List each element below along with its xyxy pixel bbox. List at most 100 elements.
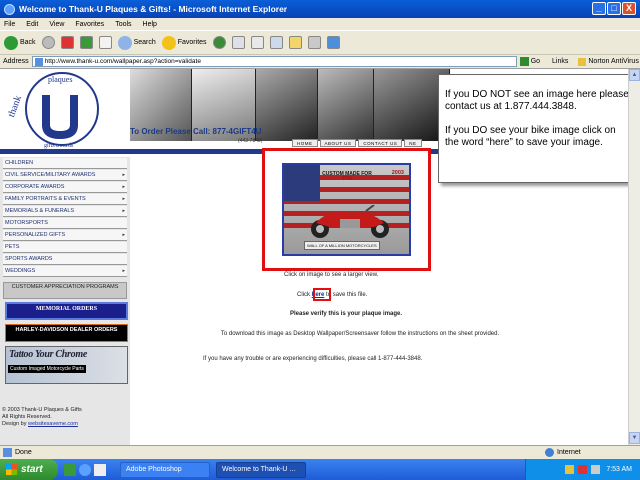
harley-davidson-orders-button[interactable]: HARLEY-DAVIDSON DEALER ORDERS — [5, 324, 128, 342]
logo-top-text: plaques — [48, 75, 73, 84]
security-zone: Internet — [545, 448, 581, 457]
menu-tools[interactable]: Tools — [115, 21, 131, 28]
chevron-right-icon: ▸ — [122, 172, 125, 178]
nav-contact-us[interactable]: CONTACT US — [358, 139, 403, 147]
search-icon — [117, 35, 132, 50]
forward-arrow-icon[interactable] — [41, 36, 55, 49]
scroll-up-button[interactable]: ▲ — [629, 69, 640, 81]
research-icon[interactable] — [307, 36, 321, 49]
go-button[interactable]: Go — [519, 57, 541, 66]
callout-paragraph-1: If you DO NOT see an image here please c… — [445, 89, 629, 112]
category-sidebar: CHILDREN CIVIL SERVICE/MILITARY AWARDS ▸ … — [0, 157, 130, 445]
sidebar-item-label: SPORTS AWARDS — [5, 256, 53, 262]
status-text: Done — [15, 449, 32, 456]
stop-icon[interactable] — [60, 36, 74, 49]
menu-view[interactable]: View — [49, 21, 64, 28]
scroll-down-button[interactable]: ▼ — [629, 432, 640, 444]
tray-icon[interactable] — [565, 465, 575, 474]
task-photoshop[interactable]: Adobe Photoshop — [120, 461, 210, 478]
clock[interactable]: 7:53 AM — [606, 466, 632, 473]
task-label: Welcome to Thank-U ... — [222, 466, 296, 473]
wallpaper-preview-image[interactable]: CUSTOM MADE FOR YOU 2003 WALL OF A MILLIO… — [282, 163, 411, 256]
sidebar-item-children[interactable]: CHILDREN — [3, 158, 127, 169]
download-instructions: To download this image as Desktop Wallpa… — [220, 331, 500, 337]
site-logo[interactable]: plaques thank gifts awards — [0, 69, 130, 157]
address-input[interactable]: http://www.thank-u.com/wallpaper.asp?act… — [31, 56, 517, 67]
sidebar-item-family[interactable]: FAMILY PORTRAITS & EVENTS ▸ — [3, 194, 127, 205]
menu-bar: File Edit View Favorites Tools Help — [0, 18, 640, 30]
vertical-scrollbar[interactable]: ▲ ▼ — [628, 69, 640, 445]
task-internet-explorer[interactable]: Welcome to Thank-U ... — [216, 461, 306, 478]
sidebar-item-weddings[interactable]: WEDDINGS ▸ — [3, 266, 127, 277]
favorites-label: Favorites — [177, 39, 207, 46]
rights-line: All Rights Reserved. — [2, 414, 52, 420]
print-icon[interactable] — [250, 36, 264, 49]
mail-icon[interactable] — [231, 36, 245, 49]
sidebar-item-label: CIVIL SERVICE/MILITARY AWARDS — [5, 172, 96, 178]
customer-appreciation-button[interactable]: CUSTOMER APPRECIATION PROGRAMS — [3, 282, 127, 299]
quicklaunch-desktop-icon[interactable] — [94, 463, 106, 476]
norton-icon — [578, 57, 587, 66]
sidebar-item-motorsports[interactable]: MOTORSPORTS — [3, 218, 127, 229]
instruction-callout: If you DO NOT see an image here please c… — [438, 74, 635, 183]
window-title: Welcome to Thank-U Plaques & Gifts! - Mi… — [19, 4, 288, 14]
volume-icon[interactable] — [591, 465, 601, 474]
sidebar-item-civil-service[interactable]: CIVIL SERVICE/MILITARY AWARDS ▸ — [3, 170, 127, 181]
favorites-button[interactable]: Favorites — [161, 35, 207, 50]
sidebar-item-pets[interactable]: PETS — [3, 242, 127, 253]
nav-about-us[interactable]: ABOUT US — [319, 139, 357, 147]
here-highlight-box — [313, 288, 331, 301]
sidebar-item-label: CHILDREN — [5, 160, 34, 166]
memorial-orders-button[interactable]: MEMORIAL ORDERS — [5, 302, 128, 320]
tattoo-your-chrome-banner[interactable]: Tattoo Your Chrome Custom Imaged Motorcy… — [5, 346, 128, 384]
menu-help[interactable]: Help — [143, 21, 157, 28]
designer-link[interactable]: websitesaveme.com — [28, 421, 78, 427]
taskbar: start Adobe Photoshop Welcome to Thank-U… — [0, 459, 640, 480]
top-nav: HOME ABOUT US CONTACT US NE — [292, 139, 424, 147]
design-by-label: Design by — [2, 421, 27, 427]
minimize-button[interactable]: _ — [592, 2, 606, 15]
close-button[interactable]: X — [622, 2, 636, 15]
menu-edit[interactable]: Edit — [26, 21, 38, 28]
sidebar-item-corporate[interactable]: CORPORATE AWARDS ▸ — [3, 182, 127, 193]
back-button[interactable]: Back — [4, 35, 36, 50]
messenger-icon[interactable] — [326, 36, 340, 49]
sidebar-item-label: PETS — [5, 244, 20, 250]
home-icon[interactable] — [98, 36, 112, 49]
history-icon[interactable] — [212, 36, 226, 49]
sidebar-item-label: FAMILY PORTRAITS & EVENTS — [5, 196, 86, 202]
quicklaunch-ie-icon[interactable] — [79, 463, 91, 476]
window-title-bar: Welcome to Thank-U Plaques & Gifts! - Mi… — [0, 0, 640, 18]
folder-icon[interactable] — [288, 36, 302, 49]
wallpaper-year: 2003 — [391, 170, 404, 176]
browser-toolbar: Back Search Favorites — [0, 30, 640, 55]
sidebar-item-label: CORPORATE AWARDS — [5, 184, 65, 190]
sidebar-item-label: MEMORIALS & FUNERALS — [5, 208, 75, 214]
sidebar-item-sports[interactable]: SPORTS AWARDS — [3, 254, 127, 265]
norton-button[interactable]: Norton AntiVirus — [588, 58, 638, 65]
click-label: Click — [297, 292, 310, 298]
refresh-icon[interactable] — [79, 36, 93, 49]
image-caption: Click on image to see a larger view. — [284, 272, 379, 278]
links-button[interactable]: Links — [552, 58, 568, 65]
menu-file[interactable]: File — [4, 21, 15, 28]
edit-icon[interactable] — [269, 36, 283, 49]
sidebar-item-memorials[interactable]: MEMORIALS & FUNERALS ▸ — [3, 206, 127, 217]
nav-home[interactable]: HOME — [292, 139, 318, 147]
quicklaunch-icon[interactable] — [64, 463, 76, 476]
search-button[interactable]: Search — [117, 35, 156, 50]
tattoo-title: Tattoo Your Chrome — [9, 349, 87, 360]
start-button[interactable]: start — [0, 459, 58, 480]
maximize-button[interactable]: □ — [607, 2, 621, 15]
globe-icon — [545, 448, 554, 457]
nav-new[interactable]: NE — [404, 139, 422, 147]
go-label: Go — [530, 58, 541, 65]
system-tray: 7:53 AM — [525, 459, 640, 480]
tray-icon[interactable] — [578, 465, 588, 474]
windows-logo-icon — [6, 464, 17, 475]
sidebar-item-personalized[interactable]: PERSONALIZED GIFTS ▸ — [3, 230, 127, 241]
menu-favorites[interactable]: Favorites — [75, 21, 104, 28]
page-done-icon — [3, 448, 12, 457]
start-label: start — [21, 464, 43, 475]
sidebar-item-label: PERSONALIZED GIFTS — [5, 232, 66, 238]
